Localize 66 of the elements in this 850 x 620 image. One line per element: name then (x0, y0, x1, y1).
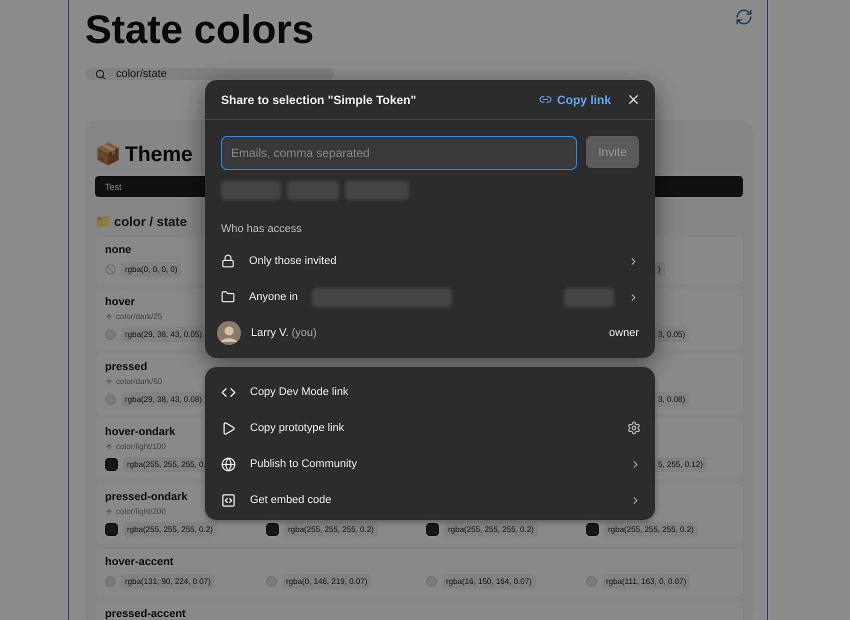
alias-icon (105, 378, 113, 386)
folder-icon (221, 290, 235, 304)
color-value: rgba(0, 146, 219, 0.07) (282, 574, 372, 588)
token-alias: color/light/100 (116, 442, 166, 451)
search-icon (95, 68, 106, 80)
menu-item[interactable]: Publish to Community (250, 458, 357, 470)
color-value: 3, 0.05) (654, 326, 690, 342)
search-text: color/state (116, 68, 167, 80)
color-swatch (426, 522, 439, 536)
token-name: hover-accent (105, 556, 174, 568)
folder-icon: 📁 (95, 214, 111, 229)
token-name: pressed-ondark (105, 491, 188, 503)
alias-icon (105, 312, 113, 320)
token-name: pressed (105, 361, 148, 373)
embed-icon (221, 492, 236, 508)
color-value: ) (654, 262, 665, 276)
role-label: owner (609, 327, 639, 339)
email-field[interactable]: Emails, comma separated (221, 136, 578, 170)
alias-icon (105, 442, 113, 450)
color-value: rgba(0, 0, 0, 0) (121, 262, 182, 276)
color-value: rgba(255, 255, 255, 0.2) (444, 522, 538, 536)
refresh-icon[interactable] (735, 8, 753, 26)
color-value: rgba(255, 255, 255, 0.2) (284, 522, 378, 536)
settings-icon[interactable] (627, 421, 641, 435)
token-alias: color/light/200 (116, 507, 166, 516)
play-icon (221, 420, 236, 436)
token-name: hover (105, 296, 135, 308)
color-swatch (586, 522, 599, 536)
color-value: rgba(255, 255, 255, 0.2) (123, 522, 217, 536)
color-value: rgba(29, 38, 43, 0.08) (121, 392, 206, 406)
avatar (217, 321, 241, 345)
color-value: 5, 255, 0.12) (654, 456, 707, 472)
color-value: rgba(255, 255, 255, 0.2) (604, 522, 698, 536)
lock-icon (221, 254, 235, 268)
group-title: color / state (114, 214, 187, 229)
token-alias: color/dark/50 (116, 377, 162, 386)
color-value: 3, 0.08) (654, 392, 690, 406)
token-alias: color/dark/25 (116, 312, 162, 321)
package-icon: 📦 (95, 142, 121, 167)
color-value: rgba(29, 38, 43, 0.05) (121, 326, 206, 342)
color-swatch (105, 458, 118, 470)
menu-item[interactable]: Copy prototype link (250, 422, 344, 434)
color-value: rgba(111, 163, 0, 0.07) (602, 574, 690, 588)
access-label[interactable]: Only those invited (249, 255, 336, 267)
globe-icon (221, 456, 236, 472)
menu-item[interactable]: Copy Dev Mode link (250, 386, 348, 398)
dialog-title: Share to selection "Simple Token" (221, 92, 416, 106)
token-name: pressed-accent (105, 608, 186, 620)
page-title: State colors (85, 8, 314, 52)
token-name: none (105, 244, 132, 256)
access-heading: Who has access (220, 222, 303, 237)
color-value: rgba(16, 150, 164, 0.07) (442, 574, 536, 588)
token-name: hover-ondark (105, 426, 176, 438)
copy-link[interactable]: Copy link (556, 92, 611, 106)
menu-item[interactable]: Get embed code (250, 494, 332, 506)
search-field[interactable]: color/state (85, 68, 334, 80)
card-title: Theme (125, 142, 193, 166)
empty-swatch-icon (105, 264, 116, 274)
color-swatch (105, 522, 118, 536)
close-button[interactable] (626, 92, 641, 107)
color-swatch (266, 522, 279, 536)
access-label[interactable]: Anyone in (249, 291, 298, 303)
access-label: Larry V. (you) (251, 327, 317, 339)
alias-icon (105, 508, 113, 516)
blurred-count (564, 288, 614, 306)
color-value: rgba(131, 90, 224, 0.07) (121, 574, 215, 588)
